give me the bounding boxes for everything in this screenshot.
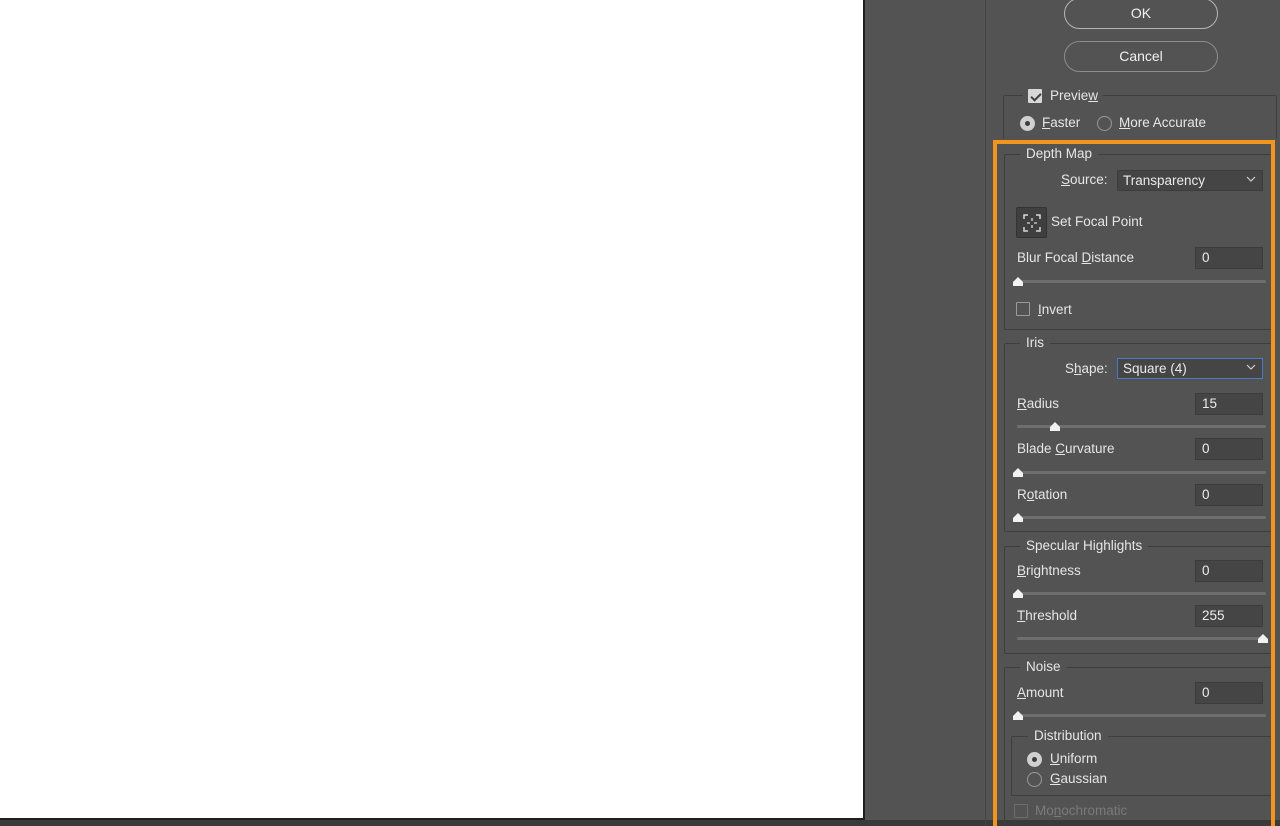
blur-focal-distance-label: Blur Focal Distance	[1017, 250, 1135, 265]
brightness-thumb[interactable]	[1013, 589, 1023, 598]
preview-checkbox-row[interactable]: Preview	[1023, 88, 1103, 106]
amount-field[interactable]: 0	[1195, 682, 1263, 704]
invert-checkbox[interactable]	[1016, 302, 1030, 316]
distribution-group	[1011, 736, 1275, 796]
more-accurate-radio[interactable]	[1097, 116, 1112, 131]
set-focal-point-label[interactable]: Set Focal Point	[1051, 214, 1143, 229]
source-select-value: Transparency	[1123, 173, 1206, 188]
blade-curvature-field[interactable]: 0	[1195, 438, 1263, 460]
source-label: Source:	[1061, 172, 1108, 187]
blur-focal-distance-slider[interactable]	[1017, 280, 1266, 283]
uniform-radio[interactable]	[1027, 752, 1042, 767]
amount-label: Amount	[1017, 685, 1064, 700]
threshold-label: Threshold	[1017, 608, 1078, 623]
chevron-down-icon	[1246, 176, 1256, 182]
gaussian-label: Gaussian	[1050, 771, 1108, 786]
faster-radio[interactable]	[1020, 116, 1035, 131]
blur-focal-distance-field[interactable]: 0	[1195, 247, 1263, 269]
depth-map-legend: Depth Map	[1020, 146, 1099, 161]
distribution-legend: Distribution	[1028, 728, 1108, 743]
monochromatic-checkbox[interactable]	[1014, 804, 1028, 818]
uniform-label: Uniform	[1050, 751, 1098, 766]
panel-divider	[985, 0, 986, 826]
amount-slider[interactable]	[1017, 714, 1266, 717]
brightness-slider[interactable]	[1017, 592, 1266, 595]
invert-label: Invert	[1038, 302, 1072, 317]
specular-highlights-legend: Specular Highlights	[1020, 538, 1149, 553]
blade-curvature-label: Blade Curvature	[1017, 441, 1115, 456]
more-accurate-label: More Accurate	[1119, 115, 1207, 130]
rotation-field[interactable]: 0	[1195, 484, 1263, 506]
shape-select[interactable]: Square (4)	[1117, 358, 1263, 379]
preview-canvas[interactable]	[0, 0, 865, 820]
rotation-thumb[interactable]	[1013, 513, 1023, 522]
threshold-thumb[interactable]	[1258, 634, 1268, 643]
preview-checkbox[interactable]	[1028, 89, 1042, 103]
ok-button[interactable]: OK	[1064, 0, 1218, 29]
amount-thumb[interactable]	[1013, 711, 1023, 720]
monochromatic-label: Monochromatic	[1035, 803, 1128, 818]
radius-field[interactable]: 15	[1195, 393, 1263, 415]
shape-select-value: Square (4)	[1123, 361, 1187, 376]
iris-legend: Iris	[1020, 335, 1050, 350]
cancel-button[interactable]: Cancel	[1064, 41, 1218, 72]
chevron-down-icon	[1246, 364, 1256, 370]
faster-label: Faster	[1042, 115, 1081, 130]
brightness-label: Brightness	[1017, 563, 1081, 578]
source-select[interactable]: Transparency	[1117, 170, 1263, 191]
preview-label: Preview	[1050, 88, 1099, 103]
focal-point-icon	[1023, 214, 1041, 232]
set-focal-point-button[interactable]	[1016, 207, 1047, 238]
shape-label: Shape:	[1065, 361, 1108, 376]
brightness-field[interactable]: 0	[1195, 560, 1263, 582]
rotation-slider[interactable]	[1017, 516, 1266, 519]
radius-label: Radius	[1017, 396, 1060, 411]
threshold-field[interactable]: 255	[1195, 605, 1263, 627]
blade-curvature-slider[interactable]	[1017, 471, 1266, 474]
rotation-label: Rotation	[1017, 487, 1068, 502]
gaussian-radio[interactable]	[1027, 772, 1042, 787]
radius-thumb[interactable]	[1049, 422, 1060, 431]
blur-focal-distance-thumb[interactable]	[1013, 277, 1023, 286]
blade-curvature-thumb[interactable]	[1013, 468, 1023, 477]
noise-legend: Noise	[1020, 659, 1067, 674]
threshold-slider[interactable]	[1017, 637, 1266, 640]
